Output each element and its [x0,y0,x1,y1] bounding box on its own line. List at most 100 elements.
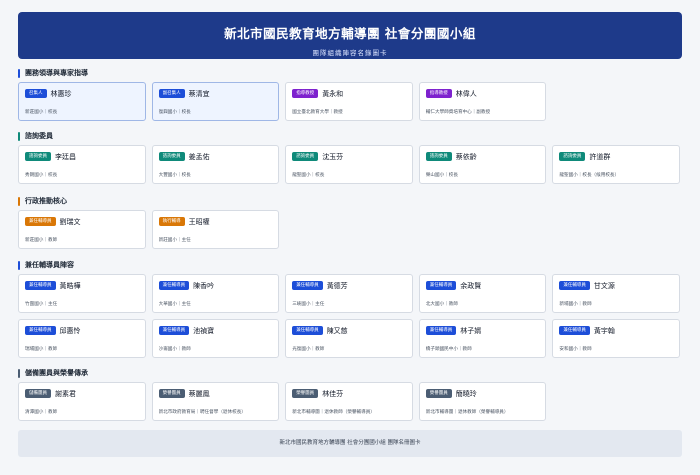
member-card: 榮譽團員 簡曉玲 新北市輔導團｜退休教師（榮譽輔導員） [418,382,547,421]
section-header: 團務領導與專家指導 [18,68,682,78]
member-name: 姜孟佑 [188,152,210,161]
member-org: 新莊國小｜校長 [25,110,58,115]
member-name: 余政賢 [460,281,482,290]
section-title: 兼任輔導員陣容 [25,261,74,269]
member-org: 安和國小｜教師 [559,347,592,352]
role-badge: 兼任輔導員 [425,326,457,335]
member-card-top: 諮詢委員 許道群 [559,151,673,162]
member-card-top: 兼任輔導員 池禎寶 [158,325,273,336]
member-org: 三峽國小｜主任 [292,302,325,307]
member-card: 指導教授 黃永和 國立臺北教育大學｜教授 [285,82,413,121]
member-card-top: 諮詢委員 蔡依齡 [425,151,540,162]
member-card: 兼任輔導員 陳又慈 光復國小｜教師 [285,319,413,358]
member-card: 兼任輔導員 黃宇翰安和國小｜教師 [552,319,680,358]
page-title: 新北市國民教育地方輔導團 社會分團國小組 [224,26,476,41]
section-title: 行政推動核心 [25,197,67,205]
member-name: 謝素君 [55,389,76,398]
member-name: 林佳芬 [322,389,344,398]
member-name: 許道群 [589,152,611,161]
member-name: 陳香吟 [193,281,215,290]
member-card: 召集人 林惠珍 新莊國小｜校長 [18,82,146,121]
member-card-top: 儲備團員 謝素君 [25,388,139,399]
role-badge: 兼任輔導員 [292,281,323,290]
member-card: 兼任輔導員 余政賢 北大國小｜教師 [418,274,547,313]
section: 兼任輔導員陣容 兼任輔導員 黃皓樺 竹圍國小｜主任 兼任輔導員 陳香吟 大華國小｜主任 兼任輔… [18,260,682,358]
member-card-top: 兼任輔導員 黃德芳 [292,280,406,291]
role-badge: 召集人 [25,89,47,98]
member-card-top: 指導教授 林偉人 [425,88,540,99]
member-org: 橋子頭國民中小｜教師 [425,347,472,352]
member-name: 林偉人 [455,89,477,98]
member-card-top: 諮詢委員 李廷昌 [25,151,139,162]
section: 諮詢委員 諮詢委員 李廷昌 秀朗國小｜校長 諮詢委員 姜孟佑 大豐國小｜校長 諮詢委員 沈玉芬龍… [18,131,682,184]
role-badge: 副召集人 [158,89,185,98]
member-card: 兼任輔導員 劉瑞文新莊國小｜教師 [18,210,146,249]
role-badge: 諮詢委員 [425,152,452,161]
member-org: 龍聖國小｜校長 [292,173,325,178]
role-badge: 兼任輔導員 [559,281,590,290]
section-accent-bar [18,260,20,270]
member-name: 陳又慈 [326,326,348,335]
member-card-top: 執行輔導 王昭權 [158,216,273,227]
role-badge: 榮譽團員 [158,389,185,398]
member-org: 大華國小｜主任 [158,302,191,307]
member-card-top: 兼任輔導員 陳香吟 [158,280,273,291]
member-card-top: 兼任輔導員 甘文源 [559,280,673,291]
member-name: 池禎寶 [193,326,215,335]
member-org: 沙崙國小｜教師 [158,347,191,352]
member-grid: 兼任輔導員 黃皓樺 竹圍國小｜主任 兼任輔導員 陳香吟 大華國小｜主任 兼任輔導員 黃德芳 三峽… [18,274,682,358]
member-org: 新莊國小｜教師 [25,238,58,243]
member-card-top: 兼任輔導員 黃皓樺 [25,280,139,291]
footer-note: 新北市國民教育地方輔導團 社會分團國小組 團隊名冊圖卡 [18,430,682,457]
member-org: 新埔國小｜教師 [559,302,592,307]
section: 行政推動核心 兼任輔導員 劉瑞文 新莊國小｜教師 執行輔導 王昭權 新莊國小｜主任 [18,196,682,249]
member-name: 劉瑞文 [59,217,81,226]
member-name: 蔡麗鳳 [188,389,210,398]
member-card-top: 兼任輔導員 余政賢 [425,280,540,291]
role-badge: 儲備團員 [25,389,51,398]
member-card-top: 榮譽團員 蔡麗鳳 [158,388,273,399]
member-org: 清潭國小｜教師 [25,410,58,415]
member-card: 兼任輔導員 林子婿橋子頭國民中小｜教師 [418,319,547,358]
member-card-top: 兼任輔導員 黃宇翰 [559,325,673,336]
member-card: 副召集人 蔡清宜 復興國小｜校長 [151,82,280,121]
member-card: 兼任輔導員 池禎寶沙崙國小｜教師 [151,319,280,358]
member-org: 瑞埔國小｜教師 [25,347,58,352]
member-card: 儲備團員 謝素君清潭國小｜教師 [18,382,146,421]
member-card: 榮譽團員 林佳芬 新北市輔導團｜退休教師（榮譽輔導員） [285,382,413,421]
member-card: 執行輔導 王昭權 新莊國小｜主任 [151,210,280,249]
role-badge: 諮詢委員 [292,152,319,161]
header-banner: 新北市國民教育地方輔導團 社會分團國小組 團隊組織陣容名錄圖卡 [18,12,682,59]
role-badge: 指導教授 [425,89,452,98]
member-name: 甘文源 [593,281,615,290]
member-name: 黃德芳 [326,281,348,290]
member-name: 王昭權 [188,217,210,226]
member-card: 兼任輔導員 邱惠怜瑞埔國小｜教師 [18,319,146,358]
member-card-top: 兼任輔導員 陳又慈 [292,325,406,336]
member-card: 諮詢委員 沈玉芬 龍聖國小｜校長 [285,145,413,184]
member-org: 樂山國小｜校長 [425,173,458,178]
role-badge: 兼任輔導員 [292,326,323,335]
member-card-top: 兼任輔導員 邱惠怜 [25,325,139,336]
section-header: 行政推動核心 [18,196,682,206]
member-card-top: 兼任輔導員 林子婿 [425,325,540,336]
member-name: 邱惠怜 [59,326,81,335]
member-name: 林子婿 [460,326,482,335]
role-badge: 執行輔導 [158,217,185,226]
member-grid: 召集人 林惠珍 新莊國小｜校長 副召集人 蔡清宜 復興國小｜校長 指導教授 黃永和 國立臺北教育… [18,82,682,121]
section-accent-bar [18,368,20,378]
section: 儲備團員與榮譽傳承 儲備團員 謝素君 清潭國小｜教師 榮譽團員 蔡麗鳳 新北市政府教育局｜聘… [18,368,682,421]
role-badge: 諮詢委員 [158,152,185,161]
member-card-top: 兼任輔導員 劉瑞文 [25,216,139,227]
member-org: 新北市輔導團｜退休教師（榮譽輔導員） [425,410,509,415]
member-card: 兼任輔導員 黃皓樺 竹圍國小｜主任 [18,274,146,313]
role-badge: 榮譽團員 [425,389,452,398]
section-accent-bar [18,68,20,78]
role-badge: 諮詢委員 [559,152,586,161]
member-grid: 兼任輔導員 劉瑞文 新莊國小｜教師 執行輔導 王昭權 新莊國小｜主任 [18,210,682,249]
section-header: 儲備團員與榮譽傳承 [18,368,682,378]
member-card: 榮譽團員 蔡麗鳳 新北市政府教育局｜聘任督學（退休校長） [151,382,280,421]
member-name: 黃宇翰 [593,326,615,335]
role-badge: 指導教授 [292,89,319,98]
member-name: 蔡依齡 [455,152,477,161]
